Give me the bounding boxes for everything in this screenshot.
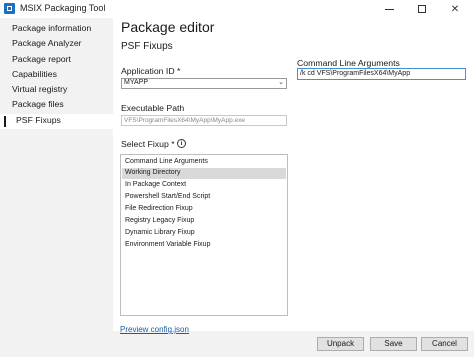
sidebar-item-package-analyzer[interactable]: Package Analyzer bbox=[0, 37, 113, 52]
sidebar-item-package-information[interactable]: Package information bbox=[0, 22, 113, 37]
section-title: PSF Fixups bbox=[121, 41, 173, 52]
fixup-item-powershell-script[interactable]: Powershell Start/End Script bbox=[122, 192, 286, 203]
list-item-label: Working Directory bbox=[125, 169, 181, 176]
select-fixup-label: Select Fixup * bbox=[121, 139, 175, 149]
msix-app-icon bbox=[4, 3, 15, 14]
command-line-arguments-value: /k cd VFS\ProgramFilesX64\MyApp bbox=[300, 70, 411, 77]
sidebar-item-label: Capabilities bbox=[12, 69, 57, 79]
close-button[interactable]: ✕ bbox=[440, 0, 470, 18]
maximize-icon bbox=[418, 5, 426, 13]
sidebar-item-package-files[interactable]: Package files bbox=[0, 98, 113, 113]
window-title: MSIX Packaging Tool bbox=[20, 3, 106, 13]
list-item-label: In Package Context bbox=[125, 181, 187, 188]
unpack-button[interactable]: Unpack bbox=[317, 337, 364, 351]
sidebar: Package information Package Analyzer Pac… bbox=[0, 18, 113, 357]
sidebar-item-label: Package information bbox=[12, 23, 92, 33]
application-id-dropdown[interactable]: MYAPP ⌄ bbox=[121, 78, 287, 89]
executable-path-value: VFS\ProgramFilesX64\MyApp\MyApp.exe bbox=[124, 117, 246, 124]
fixup-item-file-redirection[interactable]: File Redirection Fixup bbox=[122, 204, 286, 215]
executable-path-field[interactable]: VFS\ProgramFilesX64\MyApp\MyApp.exe bbox=[121, 115, 287, 126]
minimize-button[interactable] bbox=[374, 0, 404, 18]
list-item-label: Dynamic Library Fixup bbox=[125, 229, 195, 236]
command-line-arguments-field[interactable]: /k cd VFS\ProgramFilesX64\MyApp bbox=[297, 68, 466, 80]
chevron-down-icon: ⌄ bbox=[278, 79, 284, 86]
list-item-label: Powershell Start/End Script bbox=[125, 193, 211, 200]
sidebar-item-virtual-registry[interactable]: Virtual registry bbox=[0, 83, 113, 98]
info-icon[interactable]: i bbox=[177, 139, 186, 148]
save-button[interactable]: Save bbox=[370, 337, 417, 351]
sidebar-item-label: PSF Fixups bbox=[16, 115, 61, 125]
sidebar-item-label: Package files bbox=[12, 99, 64, 109]
executable-path-label: Executable Path bbox=[121, 103, 185, 113]
list-item-label: Registry Legacy Fixup bbox=[125, 217, 195, 224]
list-item-label: File Redirection Fixup bbox=[125, 205, 193, 212]
maximize-button[interactable] bbox=[407, 0, 437, 18]
footer-bar bbox=[113, 331, 474, 357]
application-id-value: MYAPP bbox=[124, 79, 148, 86]
fixup-item-in-package-context[interactable]: In Package Context bbox=[122, 180, 286, 191]
application-id-label: Application ID * bbox=[121, 66, 181, 76]
page-title: Package editor bbox=[121, 19, 215, 35]
sidebar-item-capabilities[interactable]: Capabilities bbox=[0, 68, 113, 83]
command-line-arguments-label: Command Line Arguments bbox=[297, 58, 400, 68]
title-bar: MSIX Packaging Tool ✕ bbox=[0, 0, 474, 18]
minimize-icon bbox=[384, 8, 394, 10]
fixup-item-working-directory[interactable]: Working Directory bbox=[122, 168, 286, 179]
sidebar-item-psf-fixups[interactable]: PSF Fixups bbox=[0, 114, 113, 129]
fixup-item-command-line-arguments[interactable]: Command Line Arguments bbox=[122, 157, 286, 168]
close-icon: ✕ bbox=[450, 3, 460, 15]
sidebar-item-label: Package Analyzer bbox=[12, 38, 82, 48]
sidebar-item-label: Package report bbox=[12, 54, 71, 64]
cancel-button[interactable]: Cancel bbox=[421, 337, 468, 351]
preview-config-link[interactable]: Preview config.json bbox=[120, 325, 189, 334]
sidebar-item-label: Virtual registry bbox=[12, 84, 68, 94]
sidebar-item-package-report[interactable]: Package report bbox=[0, 53, 113, 68]
fixup-list[interactable]: Command Line Arguments Working Directory… bbox=[120, 154, 288, 316]
list-item-label: Environment Variable Fixup bbox=[125, 241, 211, 248]
fixup-item-dynamic-library[interactable]: Dynamic Library Fixup bbox=[122, 228, 286, 239]
list-item-label: Command Line Arguments bbox=[125, 158, 208, 165]
fixup-item-environment-variable[interactable]: Environment Variable Fixup bbox=[122, 240, 286, 251]
fixup-item-registry-legacy[interactable]: Registry Legacy Fixup bbox=[122, 216, 286, 227]
